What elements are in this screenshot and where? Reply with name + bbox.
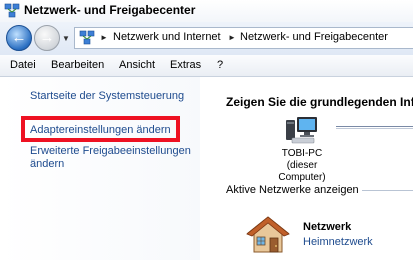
network-name: Netzwerk [303,221,352,233]
active-networks-label: Aktive Netzwerke anzeigen [226,184,359,196]
forward-button[interactable]: → [34,25,60,51]
connection-line [336,126,413,127]
link-change-adapter-settings[interactable]: Adaptereinstellungen ändern [30,124,171,137]
breadcrumb-separator-icon[interactable]: ► [100,33,108,42]
computer-label: TOBI-PC (dieser Computer) [262,148,342,184]
address-bar[interactable]: ► Netzwerk und Internet ► Netzwerk- und … [74,27,413,49]
menu-edit[interactable]: Bearbeiten [51,59,104,71]
menu-file[interactable]: Datei [10,59,36,71]
menu-help[interactable]: ? [217,59,223,71]
network-type-link[interactable]: Heimnetzwerk [303,236,373,248]
network-center-icon [79,30,95,45]
history-dropdown-icon[interactable]: ▼ [62,34,70,43]
window-title: Netzwerk- und Freigabecenter [24,3,196,17]
page-title: Zeigen Sie die grundlegenden Info [226,95,413,109]
breadcrumb-item[interactable]: Netzwerk und Internet [113,31,221,43]
menu-view[interactable]: Ansicht [119,59,155,71]
title-bar: Netzwerk- und Freigabecenter [0,0,413,22]
section-divider [362,190,413,191]
link-advanced-sharing-settings-cont[interactable]: ändern [30,158,64,171]
menu-tools[interactable]: Extras [170,59,201,71]
navigation-bar: ← → ▼ ► Netzwerk und Internet ► Netzwerk… [0,22,413,55]
menu-bar: Datei Bearbeiten Ansicht Extras ? [0,55,413,77]
breadcrumb-item[interactable]: Netzwerk- und Freigabecenter [240,31,388,43]
back-button[interactable]: ← [6,25,32,51]
network-center-icon [4,3,20,18]
link-advanced-sharing-settings[interactable]: Erweiterte Freigabeeinstellungen [30,145,191,158]
computer-subtitle: (dieser Computer) [278,160,326,183]
arrow-left-icon: ← [11,29,27,46]
computer-icon[interactable] [283,114,319,146]
link-control-panel-home[interactable]: Startseite der Systemsteuerung [30,90,184,103]
home-network-icon[interactable] [246,215,290,255]
connection-line-shadow [336,128,413,129]
computer-name: TOBI-PC [281,148,323,159]
arrow-right-icon: → [39,29,55,46]
breadcrumb-separator-icon[interactable]: ► [228,33,236,42]
